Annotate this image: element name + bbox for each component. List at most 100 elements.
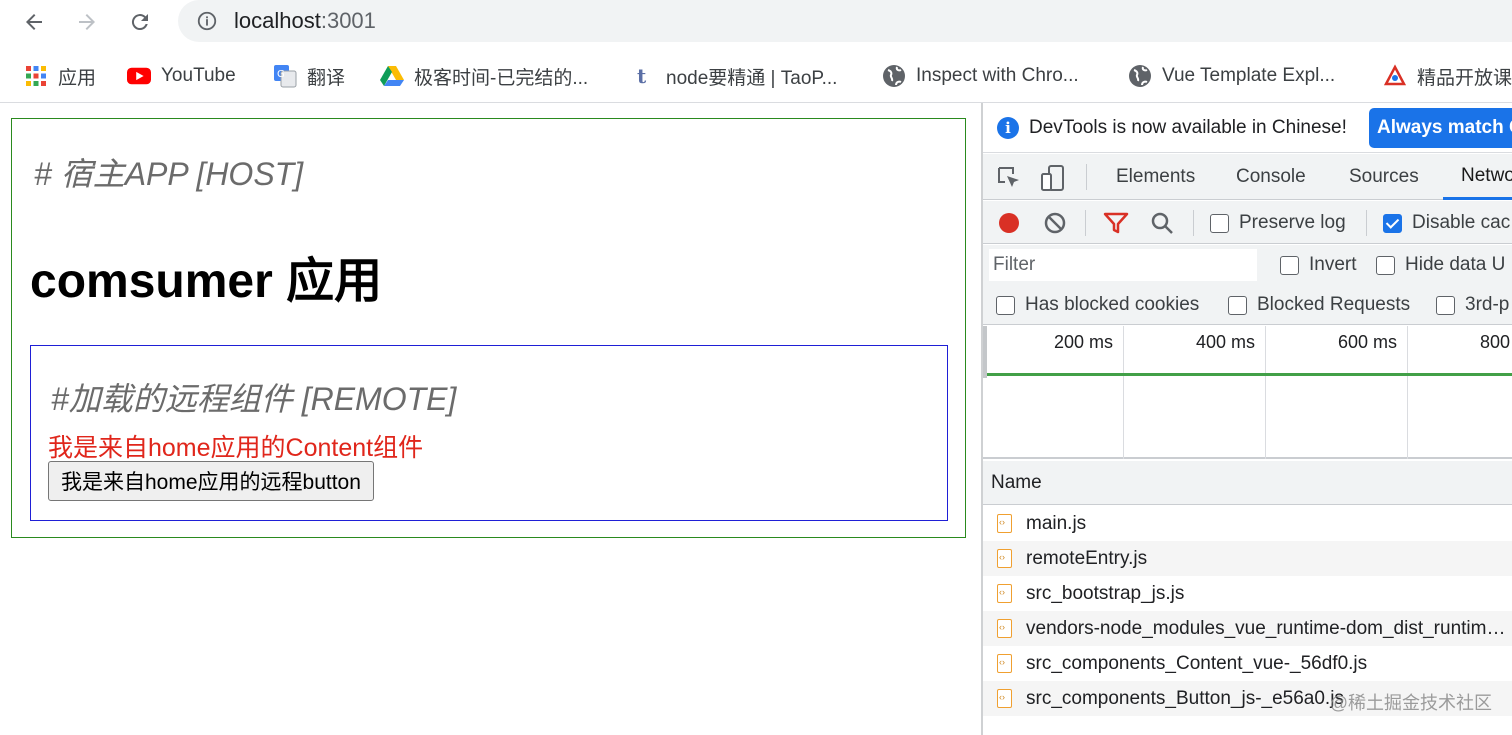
checkbox-label: Preserve log: [1239, 212, 1346, 233]
request-name: remoteEntry.js: [1026, 547, 1148, 569]
script-file-icon: [997, 584, 1012, 603]
request-name: vendors-node_modules_vue_runtime-dom_dis…: [1026, 617, 1506, 639]
inspect-element-icon[interactable]: [995, 164, 1023, 192]
always-match-button[interactable]: Always match C: [1369, 108, 1512, 148]
back-arrow-icon: [26, 14, 42, 30]
device-toolbar-icon[interactable]: [1039, 164, 1067, 192]
checkbox-box[interactable]: [1280, 255, 1299, 275]
address-bar[interactable]: localhost:3001: [178, 0, 1512, 42]
forward-arrow-icon: [79, 14, 95, 30]
disable-cache-checkbox[interactable]: Disable cac: [1383, 212, 1510, 234]
reload-button[interactable]: [124, 6, 156, 38]
jingpin-icon: [1383, 64, 1407, 88]
checkbox-label: Invert: [1309, 254, 1357, 275]
bookmark-inspect[interactable]: Inspect with Chro...: [882, 62, 1079, 90]
host-app-container: # 宿主APP [HOST] comsumer 应用 #加载的远程组件 [REM…: [11, 118, 966, 538]
globe-icon: [1128, 64, 1152, 88]
remote-title: #加载的远程组件 [REMOTE]: [51, 381, 457, 417]
apps-grid-icon: [24, 64, 48, 88]
tab-console[interactable]: Console: [1236, 154, 1306, 200]
bookmark-taopu[interactable]: t node要精通 | TaoP...: [632, 62, 837, 90]
timeline-gridline: [1123, 326, 1124, 459]
requests-list: main.js remoteEntry.js src_bootstrap_js.…: [983, 506, 1512, 716]
hide-data-urls-checkbox[interactable]: Hide data U: [1376, 254, 1505, 276]
clear-icon[interactable]: [1041, 209, 1069, 237]
bookmarks-bar: 应用 YouTube G 翻译 极客时间-已完结的... t node要精通 |…: [0, 52, 1512, 100]
timeline-left-edge: [983, 326, 987, 378]
checkbox-box[interactable]: [1376, 255, 1395, 275]
script-file-icon: [997, 619, 1012, 638]
site-info-icon[interactable]: [196, 10, 218, 32]
checkbox-label: Hide data U: [1405, 254, 1506, 275]
bookmark-label: Inspect with Chro...: [916, 65, 1079, 86]
remote-content-text: 我是来自home应用的Content组件: [48, 434, 424, 462]
bookmark-label: 精品开放课: [1417, 67, 1512, 89]
bookmark-jingpin[interactable]: 精品开放课: [1383, 62, 1512, 90]
host-title: # 宿主APP [HOST]: [34, 156, 304, 192]
browser-toolbar: localhost:3001: [0, 0, 1512, 44]
record-icon[interactable]: [995, 209, 1023, 237]
blocked-requests-checkbox[interactable]: Blocked Requests: [1228, 294, 1410, 316]
filter-input[interactable]: [989, 249, 1257, 281]
bookmark-label: YouTube: [161, 65, 236, 86]
name-column-header[interactable]: Name: [991, 472, 1042, 494]
timeline-tick: 600 ms: [1338, 332, 1398, 352]
preserve-log-checkbox[interactable]: Preserve log: [1210, 212, 1346, 234]
invert-checkbox[interactable]: Invert: [1280, 254, 1357, 276]
request-name: main.js: [1026, 512, 1087, 534]
remote-button[interactable]: 我是来自home应用的远程button: [48, 461, 374, 501]
checkbox-box[interactable]: [1228, 295, 1247, 315]
svg-text:G: G: [277, 69, 285, 80]
request-name: src_bootstrap_js.js: [1026, 582, 1185, 604]
back-button[interactable]: [18, 6, 50, 38]
checkbox-box[interactable]: [1210, 213, 1229, 233]
bookmark-youtube[interactable]: YouTube: [127, 62, 236, 90]
filter-funnel-icon[interactable]: [1102, 209, 1130, 237]
tab-elements[interactable]: Elements: [1116, 154, 1195, 200]
timeline-tick: 400 ms: [1196, 332, 1256, 352]
script-file-icon: [997, 549, 1012, 568]
svg-text:t: t: [637, 64, 647, 88]
timeline-tick: 200 ms: [1054, 332, 1114, 352]
checkbox-label: 3rd-p: [1465, 294, 1510, 315]
bookmark-translate[interactable]: G 翻译: [273, 62, 345, 90]
checkbox-box[interactable]: [1436, 295, 1455, 315]
bookmark-geektime[interactable]: 极客时间-已完结的...: [380, 62, 588, 90]
info-icon: i: [997, 117, 1019, 139]
devtools-tabs-bar: Elements Console Sources Netwo: [983, 154, 1512, 200]
web-page: # 宿主APP [HOST] comsumer 应用 #加载的远程组件 [REM…: [0, 103, 981, 735]
search-icon[interactable]: [1148, 209, 1176, 237]
url-text: localhost:3001: [234, 8, 376, 34]
checkbox-box-checked[interactable]: [1383, 213, 1402, 233]
netbar-separator: [1193, 210, 1194, 236]
checkbox-label: Has blocked cookies: [1025, 294, 1200, 315]
request-row[interactable]: main.js: [983, 506, 1512, 541]
requests-table-header[interactable]: Name: [983, 461, 1512, 505]
taopu-icon: t: [632, 64, 656, 88]
third-party-checkbox[interactable]: 3rd-p: [1436, 294, 1509, 316]
bookmark-label: node要精通 | TaoP...: [666, 67, 838, 89]
checkbox-box[interactable]: [996, 295, 1015, 315]
request-name: src_components_Content_vue-_56df0.js: [1026, 652, 1368, 674]
info-text: DevTools is now available in Chinese!: [1029, 117, 1347, 138]
timeline-gridline: [1407, 326, 1408, 459]
request-row[interactable]: vendors-node_modules_vue_runtime-dom_dis…: [983, 611, 1512, 646]
checkbox-label: Blocked Requests: [1257, 294, 1411, 315]
remote-component-container: #加载的远程组件 [REMOTE] 我是来自home应用的Content组件 我…: [30, 345, 948, 521]
youtube-icon: [127, 64, 151, 88]
bookmark-apps[interactable]: 应用: [24, 62, 96, 90]
watermark: @稀土掘金技术社区: [1329, 693, 1492, 713]
request-row[interactable]: src_bootstrap_js.js: [983, 576, 1512, 611]
tab-sources[interactable]: Sources: [1349, 154, 1419, 200]
forward-button[interactable]: [71, 6, 103, 38]
url-port: :3001: [320, 8, 376, 33]
google-drive-icon: [380, 64, 404, 88]
bookmark-label: Vue Template Expl...: [1162, 65, 1336, 86]
url-host: localhost: [234, 8, 321, 33]
bookmark-vue-template[interactable]: Vue Template Expl...: [1128, 62, 1335, 90]
has-blocked-cookies-checkbox[interactable]: Has blocked cookies: [996, 294, 1199, 316]
network-timeline[interactable]: 200 ms 400 ms 600 ms 800: [983, 326, 1512, 459]
tab-network[interactable]: Netwo: [1443, 154, 1512, 200]
request-row[interactable]: remoteEntry.js: [983, 541, 1512, 576]
request-row[interactable]: src_components_Content_vue-_56df0.js: [983, 646, 1512, 681]
